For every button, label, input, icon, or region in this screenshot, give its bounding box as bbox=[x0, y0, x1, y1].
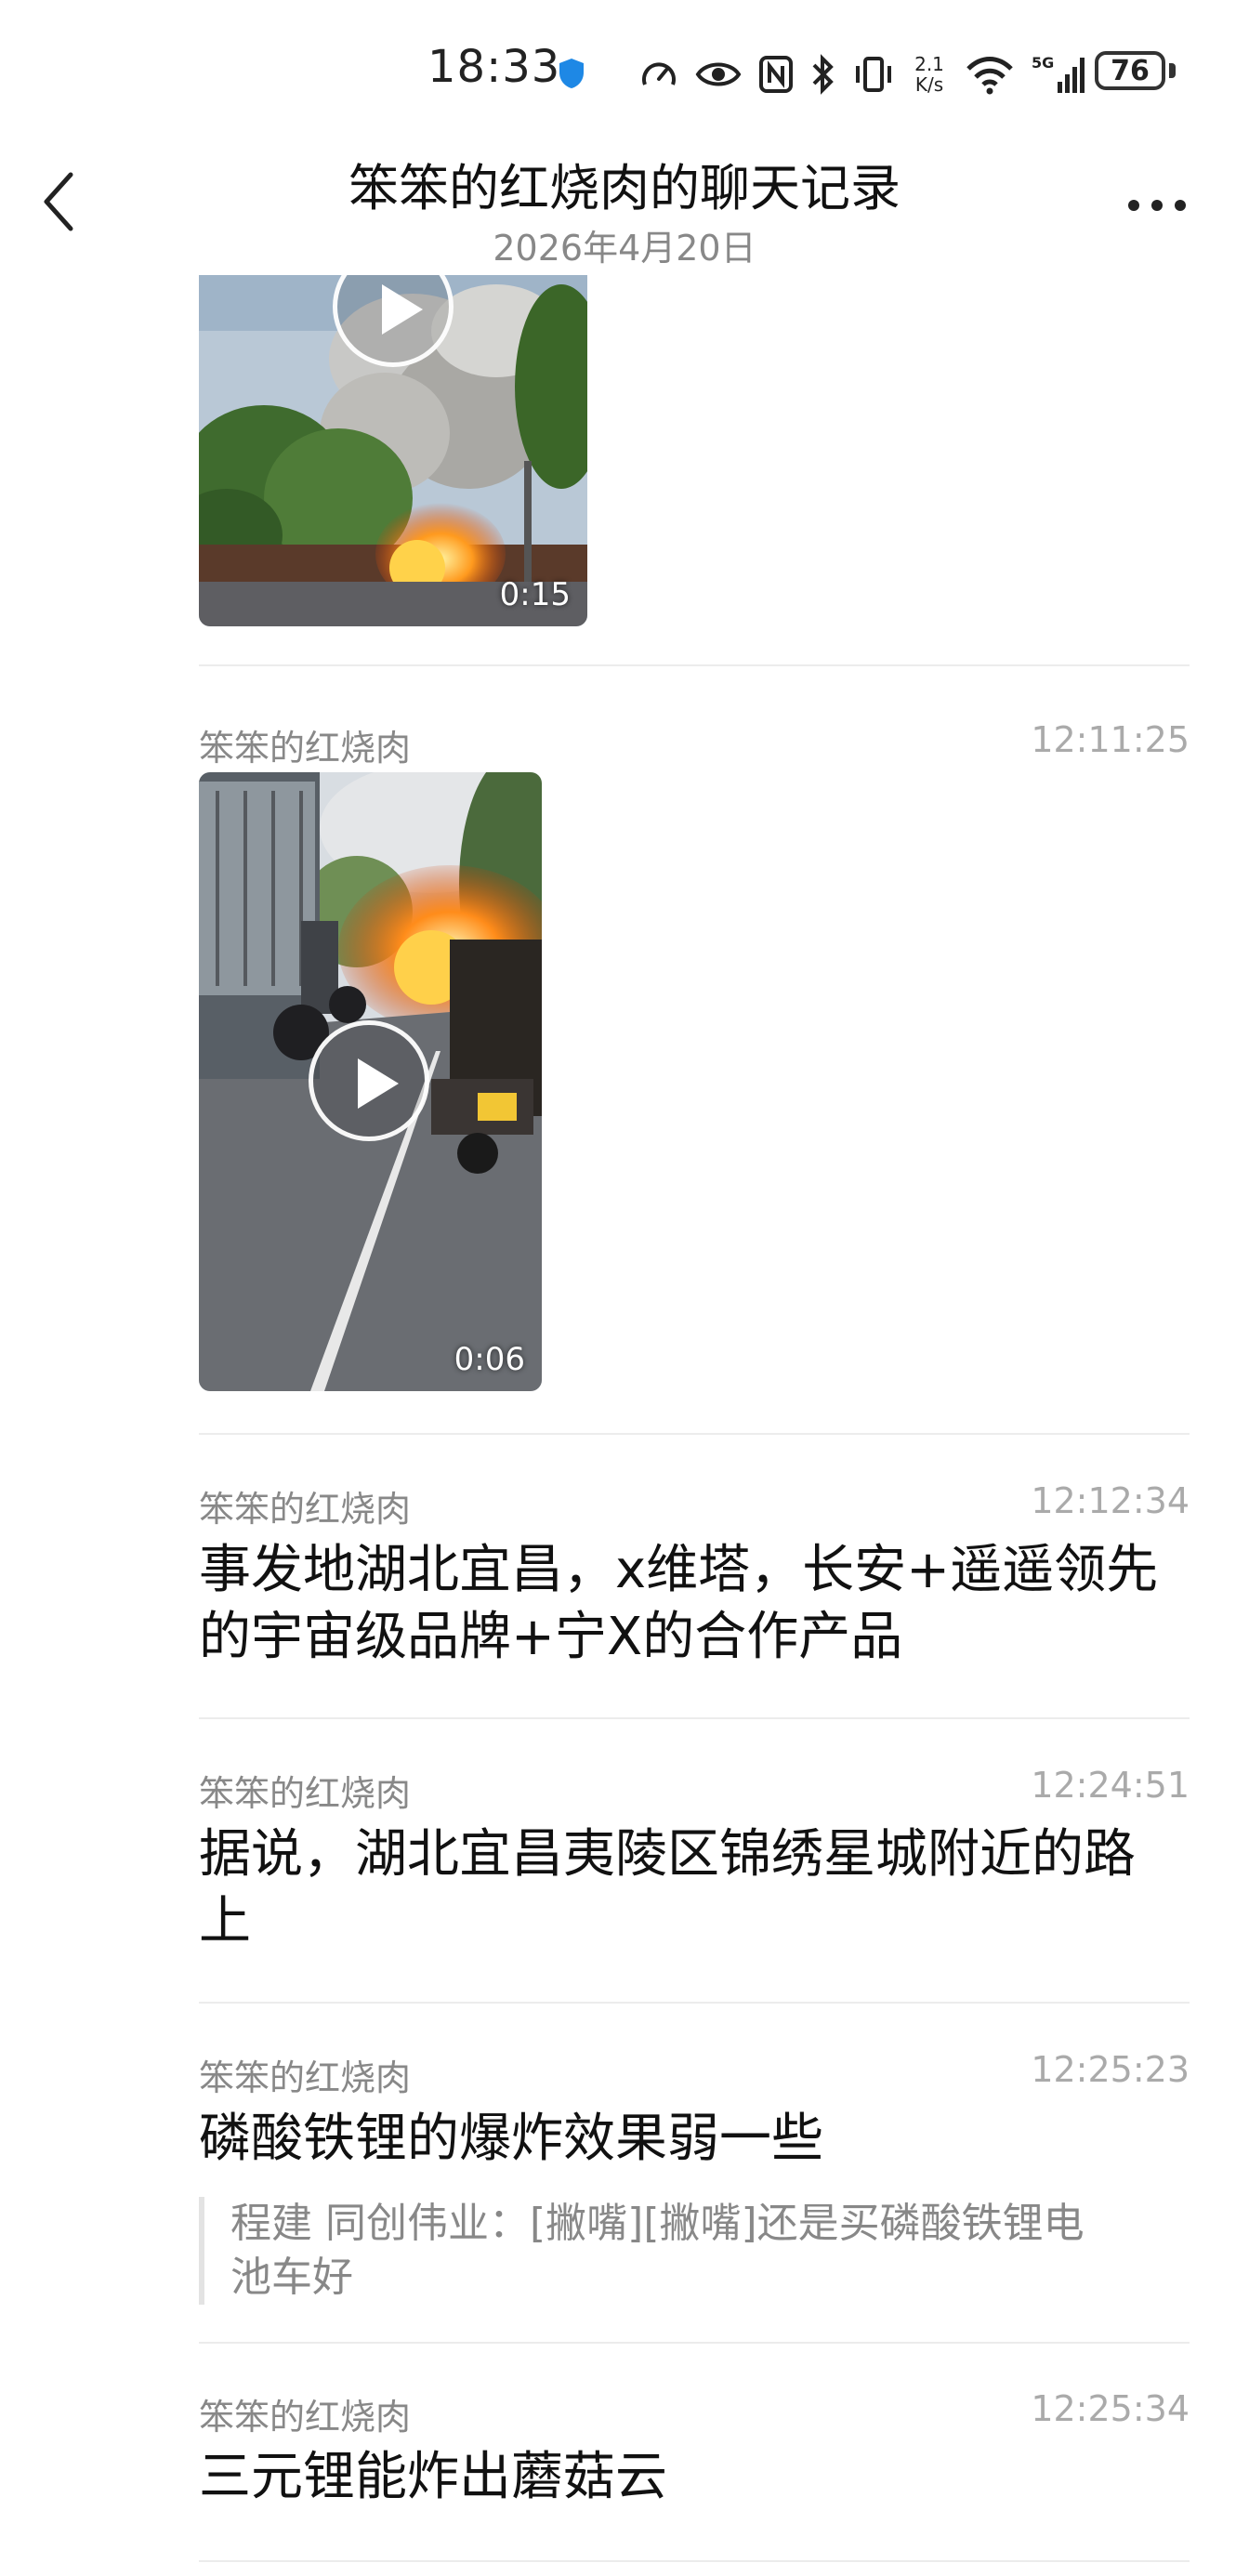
battery-tip bbox=[1169, 63, 1176, 78]
status-icons: 2.1 K/s 5G bbox=[639, 46, 1087, 102]
message-time: 12:12:34 bbox=[1031, 1480, 1190, 1521]
message-divider bbox=[199, 2560, 1190, 2562]
svg-text:5G: 5G bbox=[1032, 54, 1054, 72]
message-sender: 笨笨的红烧肉 bbox=[199, 2397, 412, 2438]
message-text[interactable]: 事发地湖北宜昌，x维塔，长安+遥遥领先 的宇宙级品牌+宁X的合作产品 bbox=[199, 1537, 1193, 1671]
video-message[interactable]: 0:06 bbox=[199, 772, 542, 1391]
message-divider bbox=[199, 664, 1190, 666]
page-title: 笨笨的红烧肉的聊天记录 bbox=[348, 159, 901, 217]
message-time: 12:25:23 bbox=[1031, 2049, 1190, 2090]
wifi-icon bbox=[966, 57, 1013, 95]
video-message[interactable]: 0:15 bbox=[199, 275, 587, 626]
video-duration: 0:06 bbox=[454, 1341, 525, 1378]
message-time: 12:24:51 bbox=[1031, 1765, 1190, 1806]
quote-line: 程建 同创伟业：[撇嘴][撇嘴]还是买磷酸铁锂电 bbox=[230, 2200, 1085, 2247]
message-line: 磷酸铁锂的爆炸效果弱一些 bbox=[199, 2109, 823, 2169]
more-options-icon[interactable] bbox=[1124, 195, 1190, 216]
message-text[interactable]: 据说，湖北宜昌夷陵区锦绣星城附近的路 上 bbox=[199, 1821, 1193, 1955]
play-button-icon[interactable] bbox=[309, 1020, 429, 1141]
network-speed-value: 2.1 bbox=[914, 53, 944, 75]
nfc-icon bbox=[759, 56, 793, 93]
network-speed: 2.1 K/s bbox=[911, 54, 948, 95]
message-divider bbox=[199, 2342, 1190, 2344]
message-line: 三元锂能炸出蘑菇云 bbox=[199, 2447, 667, 2507]
status-bar: 18:33 2.1 K/s 5G 76 bbox=[0, 0, 1249, 139]
message-line: 的宇宙级品牌+宁X的合作产品 bbox=[199, 1607, 903, 1667]
battery-indicator: 76 bbox=[1095, 51, 1165, 90]
signal-5g-icon: 5G bbox=[1032, 54, 1085, 93]
bluetooth-icon bbox=[812, 54, 834, 95]
battery-level: 76 bbox=[1111, 54, 1150, 87]
message-line: 上 bbox=[199, 1891, 251, 1952]
network-speed-unit: K/s bbox=[914, 73, 944, 96]
message-divider bbox=[199, 2002, 1190, 2004]
quote-line: 池车好 bbox=[230, 2254, 353, 2301]
message-divider bbox=[199, 1717, 1190, 1719]
message-sender: 笨笨的红烧肉 bbox=[199, 1489, 412, 1530]
message-sender: 笨笨的红烧肉 bbox=[199, 2057, 412, 2098]
message-text[interactable]: 磷酸铁锂的爆炸效果弱一些 bbox=[199, 2106, 1193, 2173]
message-divider bbox=[199, 1433, 1190, 1435]
message-line: 事发地湖北宜昌，x维塔，长安+遥遥领先 bbox=[199, 1540, 1159, 1600]
speedometer-icon bbox=[642, 62, 676, 85]
video-duration: 0:15 bbox=[499, 576, 571, 613]
message-line: 据说，湖北宜昌夷陵区锦绣星城附近的路 bbox=[199, 1824, 1136, 1885]
message-time: 12:25:34 bbox=[1031, 2388, 1190, 2429]
quoted-reply[interactable]: 程建 同创伟业：[撇嘴][撇嘴]还是买磷酸铁锂电 池车好 bbox=[199, 2197, 1160, 2305]
eye-icon bbox=[695, 62, 742, 86]
shield-icon bbox=[559, 59, 584, 88]
page-subtitle-date: 2026年4月20日 bbox=[493, 228, 756, 269]
message-sender: 笨笨的红烧肉 bbox=[199, 1773, 412, 1814]
status-time: 18:33 bbox=[427, 41, 561, 93]
message-time: 12:11:25 bbox=[1031, 719, 1190, 760]
message-sender: 笨笨的红烧肉 bbox=[199, 728, 412, 769]
message-text[interactable]: 三元锂能炸出蘑菇云 bbox=[199, 2444, 1193, 2511]
vibrate-icon bbox=[856, 57, 891, 92]
